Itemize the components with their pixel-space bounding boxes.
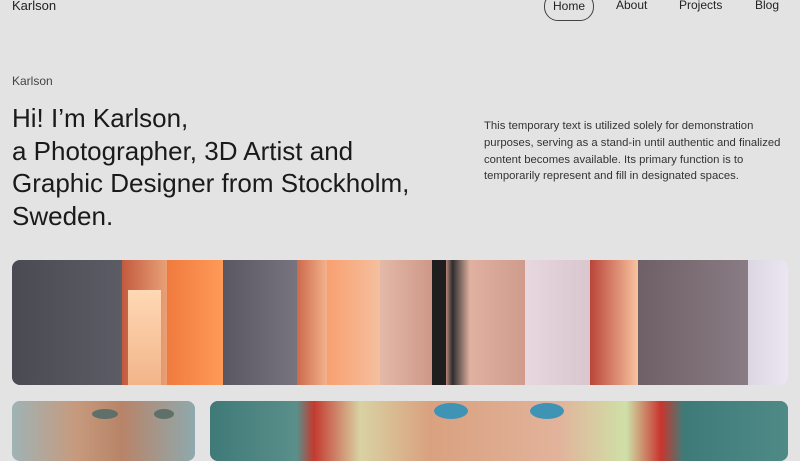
headline-line: a Photographer, 3D Artist and [12,135,354,166]
headline-line: Hi! I’m Karlson, [12,103,189,133]
nav-blog[interactable]: Blog [755,0,779,19]
banner-orange-wall [327,260,387,385]
nav-projects[interactable]: Projects [679,0,722,19]
site-header: Karlson Home About Projects Blog [0,0,800,22]
portrait-eye [154,409,174,419]
banner-lamp-panel [590,260,638,385]
portrait-eye [530,403,564,419]
hero-intro: This temporary text is utilized solely f… [484,120,781,183]
portrait-photo-left[interactable] [12,401,195,461]
portrait-scene [210,401,788,461]
hero-eyebrow: Karlson [12,74,53,88]
nav-about[interactable]: About [616,0,647,19]
banner-lamp-panel [297,260,327,385]
banner-jacket [380,260,525,385]
banner-dark-panel [638,260,748,385]
banner-orange-wall [167,260,223,385]
banner-locker [223,260,297,385]
banner-pale-wall [525,260,590,385]
featured-photo-banner[interactable] [12,260,788,385]
hero-headline: Hi! I’m Karlson, a Photographer, 3D Arti… [12,102,472,232]
nav-home[interactable]: Home [544,0,594,21]
headline-line: Graphic Designer from Stockholm, [12,168,410,198]
portrait-eye [434,403,468,419]
banner-jacket-zip [432,260,446,385]
banner-glow [128,290,161,385]
main-nav: Home About Projects Blog [0,0,800,21]
headline-line: Sweden. [12,200,114,231]
banner-pale-wall [748,260,788,385]
portrait-photo-right[interactable] [210,401,788,461]
banner-dark-panel [12,260,122,385]
portrait-eye [92,409,118,419]
